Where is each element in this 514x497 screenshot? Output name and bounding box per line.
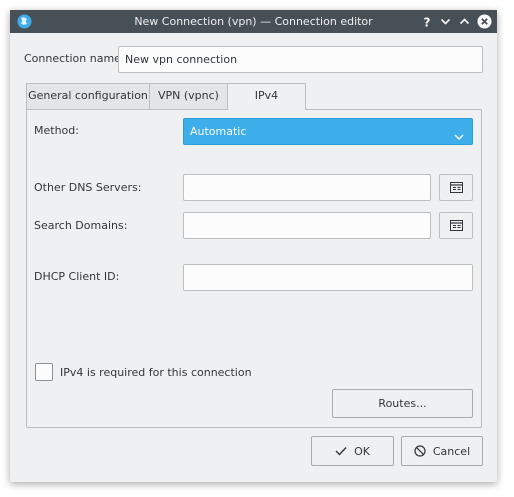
help-icon[interactable]: ? xyxy=(418,13,435,30)
dns-servers-label: Other DNS Servers: xyxy=(34,181,142,194)
dns-servers-input[interactable] xyxy=(183,174,431,201)
window-title: New Connection (vpn) — Connection editor xyxy=(134,15,373,28)
close-icon[interactable] xyxy=(476,13,493,30)
connection-name-label: Connection name: xyxy=(24,52,125,65)
search-domains-input[interactable] xyxy=(183,212,431,239)
chevron-down-icon xyxy=(454,126,464,141)
cancel-button-label: Cancel xyxy=(432,444,471,458)
tab-general-configuration[interactable]: General configuration xyxy=(26,83,150,109)
routes-button[interactable]: Routes... xyxy=(332,389,473,418)
method-dropdown[interactable]: Automatic xyxy=(183,118,473,145)
method-label: Method: xyxy=(34,124,79,137)
app-icon xyxy=(17,14,32,29)
svg-text:?: ? xyxy=(423,16,430,28)
dns-servers-edit-button[interactable] xyxy=(439,174,473,201)
ok-button[interactable]: OK xyxy=(311,436,394,466)
ipv4-required-checkbox[interactable] xyxy=(35,363,53,381)
method-value: Automatic xyxy=(190,125,247,138)
list-edit-icon xyxy=(449,220,463,231)
search-domains-edit-button[interactable] xyxy=(439,212,473,239)
ok-button-label: OK xyxy=(354,444,370,458)
title-bar[interactable]: New Connection (vpn) — Connection editor… xyxy=(10,10,497,33)
connection-editor-window: New Connection (vpn) — Connection editor… xyxy=(10,10,497,482)
search-domains-label: Search Domains: xyxy=(34,219,128,232)
maximize-icon[interactable] xyxy=(456,13,473,30)
ipv4-required-label[interactable]: IPv4 is required for this connection xyxy=(60,366,252,379)
cancel-icon xyxy=(414,445,426,457)
dhcp-client-id-input[interactable] xyxy=(183,264,473,291)
dhcp-client-id-label: DHCP Client ID: xyxy=(34,270,120,283)
minimize-icon[interactable] xyxy=(437,13,454,30)
tab-vpn-vpnc[interactable]: VPN (vpnc) xyxy=(149,83,228,109)
cancel-button[interactable]: Cancel xyxy=(401,436,483,466)
checkmark-icon xyxy=(335,447,347,456)
connection-name-input[interactable] xyxy=(118,46,483,73)
routes-button-label: Routes... xyxy=(378,397,427,410)
tab-ipv4[interactable]: IPv4 xyxy=(227,83,306,110)
list-edit-icon xyxy=(449,182,463,193)
